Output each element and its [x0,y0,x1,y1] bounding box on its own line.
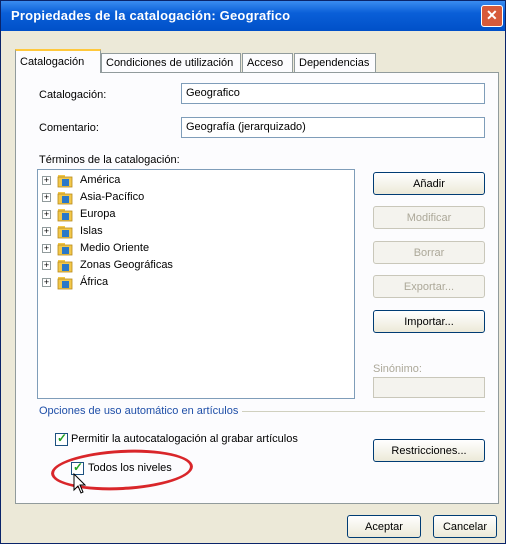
sinonimo-field[interactable] [373,377,485,398]
close-icon[interactable] [481,5,503,27]
tree-node-label: África [80,276,109,288]
expand-icon[interactable]: + [42,210,51,219]
folder-icon [57,226,73,239]
tree-node-label: Medio Oriente [80,242,150,254]
comentario-label: Comentario: [39,122,99,134]
expand-icon[interactable]: + [42,244,51,253]
tree-node-label: Asia-Pacífico [80,191,145,203]
comentario-field[interactable]: Geografía (jerarquizado) [181,117,485,138]
delete-button[interactable]: Borrar [373,241,485,264]
expand-icon[interactable]: + [42,176,51,185]
tree-node-label: Europa [80,208,116,220]
expand-icon[interactable]: + [42,227,51,236]
tree-node-label: Zonas Geográficas [80,259,173,271]
folder-icon [57,192,73,205]
catalogacion-field[interactable]: Geografico [181,83,485,104]
expand-icon[interactable]: + [42,193,51,202]
cancel-button[interactable]: Cancelar [433,515,497,538]
window-title: Propiedades de la catalogación: Geografi… [11,8,291,23]
folder-icon [57,175,73,188]
folder-icon [57,209,73,222]
terminos-label: Términos de la catalogación: [39,154,180,166]
folder-icon [57,260,73,273]
tree-node-label: América [80,174,121,186]
tab-acceso[interactable]: Acceso [242,53,293,72]
auto-catalog-label[interactable]: Permitir la autocatalogación al grabar a… [71,433,298,445]
export-button[interactable]: Exportar... [373,275,485,298]
restrictions-button[interactable]: Restricciones... [373,439,485,462]
expand-icon[interactable]: + [42,261,51,270]
catalogacion-label: Catalogación: [39,89,107,101]
tab-condiciones[interactable]: Condiciones de utilización [101,53,241,72]
tab-dependencias[interactable]: Dependencias [294,53,376,72]
tab-catalogacion[interactable]: Catalogación [15,49,101,73]
folder-icon [57,243,73,256]
add-button[interactable]: Añadir [373,172,485,195]
auto-catalog-checkbox[interactable] [55,431,68,446]
title-bar[interactable]: Propiedades de la catalogación: Geografi… [1,1,505,31]
mouse-cursor-icon [73,473,87,494]
properties-dialog: Propiedades de la catalogación: Geografi… [0,0,506,544]
expand-icon[interactable]: + [42,278,51,287]
accept-button[interactable]: Aceptar [347,515,421,538]
import-button[interactable]: Importar... [373,310,485,333]
modify-button[interactable]: Modificar [373,206,485,229]
options-group-title: Opciones de uso automático en artículos [39,405,243,417]
folder-icon [57,277,73,290]
terms-tree[interactable]: + América + Asia-Pacífico + Europa + Isl… [37,169,355,399]
sinonimo-label: Sinónimo: [373,363,422,375]
tree-node-label: Islas [80,225,103,237]
